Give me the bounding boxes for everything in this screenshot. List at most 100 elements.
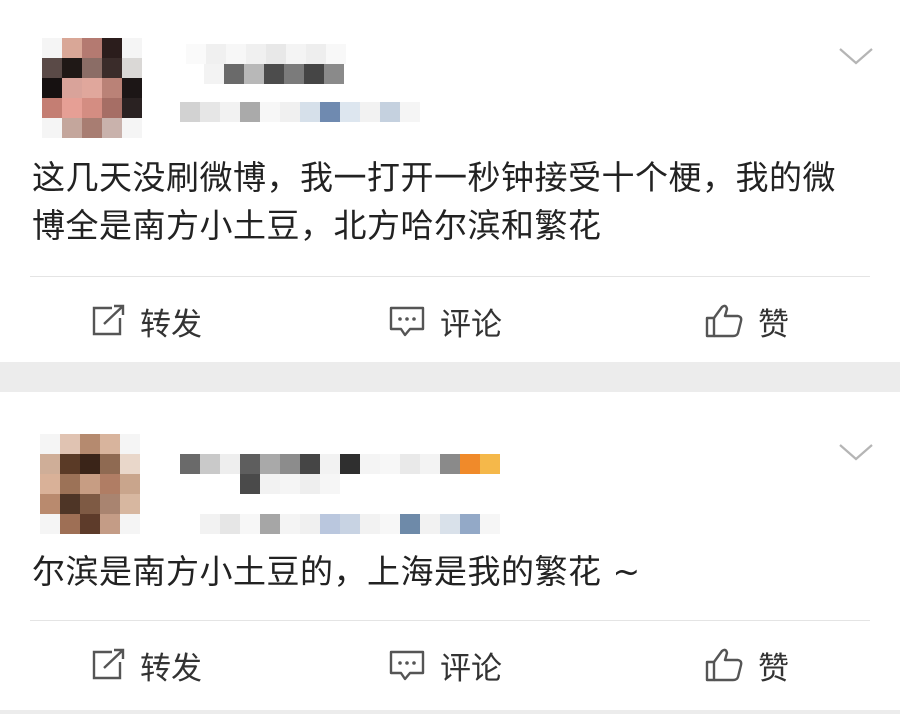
repost-icon [92, 304, 125, 336]
like-button[interactable]: 赞 [704, 296, 789, 346]
repost-button[interactable]: 转发 [90, 640, 202, 690]
mosaic-pixel [284, 64, 304, 84]
repost-button[interactable]: 转发 [90, 296, 202, 346]
mosaic-pixel [380, 454, 400, 474]
mosaic-pixel [122, 118, 142, 138]
mosaic-pixel [360, 102, 380, 122]
mosaic-pixel [280, 514, 300, 534]
mosaic-pixel [60, 454, 80, 474]
mosaic-pixel [320, 514, 340, 534]
mosaic-pixel [40, 494, 60, 514]
chevron-down-icon[interactable] [838, 46, 874, 66]
thumbs-up-icon [705, 648, 743, 682]
mosaic-pixel [420, 514, 440, 534]
mosaic-pixel [480, 454, 500, 474]
like-label: 赞 [758, 650, 789, 687]
mosaic-pixel [122, 78, 142, 98]
mosaic-pixel [80, 434, 100, 454]
post-meta-blurred [200, 514, 500, 534]
mosaic-pixel [360, 514, 380, 534]
mosaic-pixel [120, 434, 140, 454]
mosaic-pixel [120, 514, 140, 534]
mosaic-pixel [42, 38, 62, 58]
mosaic-pixel [280, 454, 300, 474]
mosaic-pixel [200, 514, 220, 534]
mosaic-pixel [280, 474, 300, 494]
mosaic-pixel [120, 474, 140, 494]
mosaic-pixel [42, 78, 62, 98]
mosaic-pixel [100, 434, 120, 454]
mosaic-pixel [324, 64, 344, 84]
mosaic-pixel [204, 64, 224, 84]
mosaic-pixel [120, 494, 140, 514]
mosaic-pixel [60, 434, 80, 454]
mosaic-pixel [260, 102, 280, 122]
mosaic-pixel [82, 58, 102, 78]
weibo-post-2: 尔滨是南方小土豆的，上海是我的繁花 ~ 转发 评论 赞 [0, 392, 900, 710]
mosaic-pixel [62, 118, 82, 138]
mosaic-pixel [240, 514, 260, 534]
mosaic-pixel [42, 58, 62, 78]
username-blurred[interactable] [186, 44, 346, 64]
comment-button[interactable]: 评论 [388, 296, 502, 346]
mosaic-pixel [306, 44, 326, 64]
mosaic-pixel [40, 474, 60, 494]
comment-button[interactable]: 评论 [388, 640, 502, 690]
mosaic-pixel [102, 38, 122, 58]
mosaic-pixel [62, 38, 82, 58]
mosaic-pixel [82, 118, 102, 138]
mosaic-pixel [180, 102, 200, 122]
mosaic-pixel [440, 454, 460, 474]
mosaic-pixel [326, 44, 346, 64]
like-button[interactable]: 赞 [704, 640, 789, 690]
avatar[interactable] [40, 434, 140, 534]
mosaic-pixel [60, 474, 80, 494]
mosaic-pixel [380, 102, 400, 122]
mosaic-pixel [82, 98, 102, 118]
mosaic-pixel [220, 514, 240, 534]
mosaic-pixel [102, 98, 122, 118]
mosaic-pixel [280, 102, 300, 122]
post-text: 尔滨是南方小土豆的，上海是我的繁花 ~ [32, 552, 641, 591]
mosaic-pixel [480, 514, 500, 534]
weibo-post-1: 这几天没刷微博，我一打开一秒钟接受十个梗，我的微博全是南方小土豆，北方哈尔滨和繁… [0, 0, 900, 362]
comment-icon [389, 650, 425, 681]
mosaic-pixel [220, 102, 240, 122]
mosaic-pixel [460, 514, 480, 534]
mosaic-pixel [80, 494, 100, 514]
mosaic-pixel [220, 454, 240, 474]
mosaic-pixel [400, 514, 420, 534]
mosaic-pixel [260, 514, 280, 534]
divider [30, 276, 870, 277]
mosaic-pixel [100, 494, 120, 514]
mosaic-pixel [186, 44, 206, 64]
mosaic-pixel [340, 514, 360, 534]
mosaic-pixel [40, 434, 60, 454]
mosaic-pixel [264, 64, 284, 84]
mosaic-pixel [60, 494, 80, 514]
mosaic-pixel [286, 44, 306, 64]
mosaic-pixel [80, 454, 100, 474]
mosaic-pixel [62, 98, 82, 118]
mosaic-pixel [320, 474, 340, 494]
mosaic-pixel [320, 102, 340, 122]
mosaic-pixel [420, 454, 440, 474]
mosaic-pixel [240, 454, 260, 474]
mosaic-pixel [62, 78, 82, 98]
chevron-down-icon[interactable] [838, 442, 874, 462]
mosaic-pixel [102, 78, 122, 98]
username-blurred[interactable] [180, 454, 500, 474]
mosaic-pixel [40, 454, 60, 474]
mosaic-pixel [120, 454, 140, 474]
repost-icon [92, 648, 125, 680]
mosaic-pixel [460, 454, 480, 474]
mosaic-pixel [60, 514, 80, 534]
mosaic-pixel [304, 64, 324, 84]
mosaic-pixel [122, 98, 142, 118]
mosaic-pixel [400, 102, 420, 122]
avatar[interactable] [42, 38, 142, 138]
mosaic-pixel [200, 102, 220, 122]
mosaic-pixel [240, 102, 260, 122]
like-label: 赞 [758, 306, 789, 343]
mosaic-pixel [246, 44, 266, 64]
